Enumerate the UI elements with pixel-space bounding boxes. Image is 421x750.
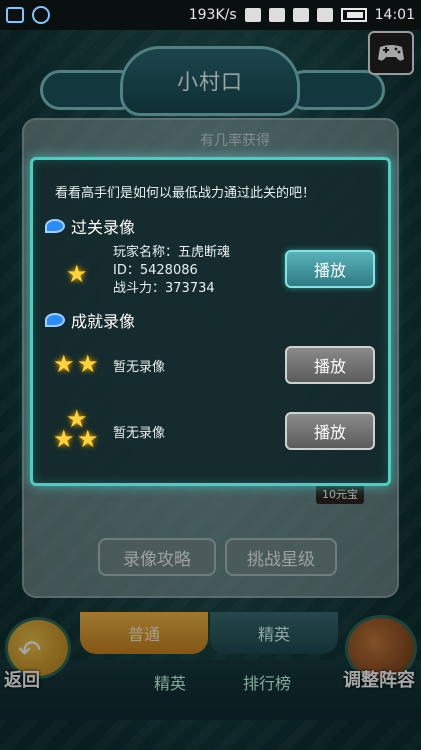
dialog-intro: 看看高手们是如何以最低战力通过此关的吧！: [55, 186, 316, 201]
notification-icon: [32, 6, 50, 24]
status-right: 193K/s 14:01: [189, 7, 415, 23]
play-three-star-button[interactable]: 播放: [285, 412, 375, 450]
player-info: 玩家名称： 五虎断魂 ID： 5428086 战斗力： 373734: [113, 244, 230, 298]
status-left: [6, 6, 50, 24]
image-icon: [6, 7, 24, 23]
no-record-text: 暂无录像: [113, 360, 166, 375]
player-id-line: ID： 5428086: [113, 262, 230, 280]
mute-icon: [244, 8, 261, 22]
achievement-replay-header: 成就录像: [45, 308, 135, 332]
player-power-label: 战斗力：: [113, 281, 166, 296]
player-power-line: 战斗力： 373734: [113, 280, 230, 298]
player-name-label: 玩家名称：: [113, 245, 179, 260]
star-icon: ★: [77, 425, 99, 453]
star-icon: ★: [77, 350, 99, 378]
clock: 14:01: [374, 7, 415, 23]
star-icon: ★: [53, 350, 75, 378]
player-name-line: 玩家名称： 五虎断魂: [113, 244, 230, 262]
player-name: 五虎断魂: [178, 245, 231, 260]
star-icon: ★: [53, 425, 75, 453]
player-id-label: ID：: [113, 263, 140, 278]
status-bar: 193K/s 14:01: [0, 0, 421, 30]
no-record-text: 暂无录像: [113, 426, 166, 441]
player-power: 373734: [165, 281, 215, 296]
alarm-icon: [268, 8, 285, 22]
player-id: 5428086: [139, 263, 198, 278]
battery-icon: [340, 8, 367, 22]
signal-icon: [316, 8, 333, 22]
star-icon: ★: [66, 260, 88, 288]
play-two-star-button[interactable]: 播放: [285, 346, 375, 384]
swirl-icon: [45, 219, 65, 233]
swirl-icon: [45, 313, 65, 327]
play-clear-replay-button[interactable]: 播放: [285, 250, 375, 288]
wifi-icon: [292, 8, 309, 22]
network-speed: 193K/s: [188, 7, 237, 23]
replay-dialog: 看看高手们是如何以最低战力通过此关的吧！ 过关录像 ★ 玩家名称： 五虎断魂 I…: [30, 157, 391, 486]
clear-replay-header: 过关录像: [45, 214, 135, 238]
clear-replay-title: 过关录像: [71, 218, 136, 237]
achievement-replay-title: 成就录像: [71, 312, 136, 331]
